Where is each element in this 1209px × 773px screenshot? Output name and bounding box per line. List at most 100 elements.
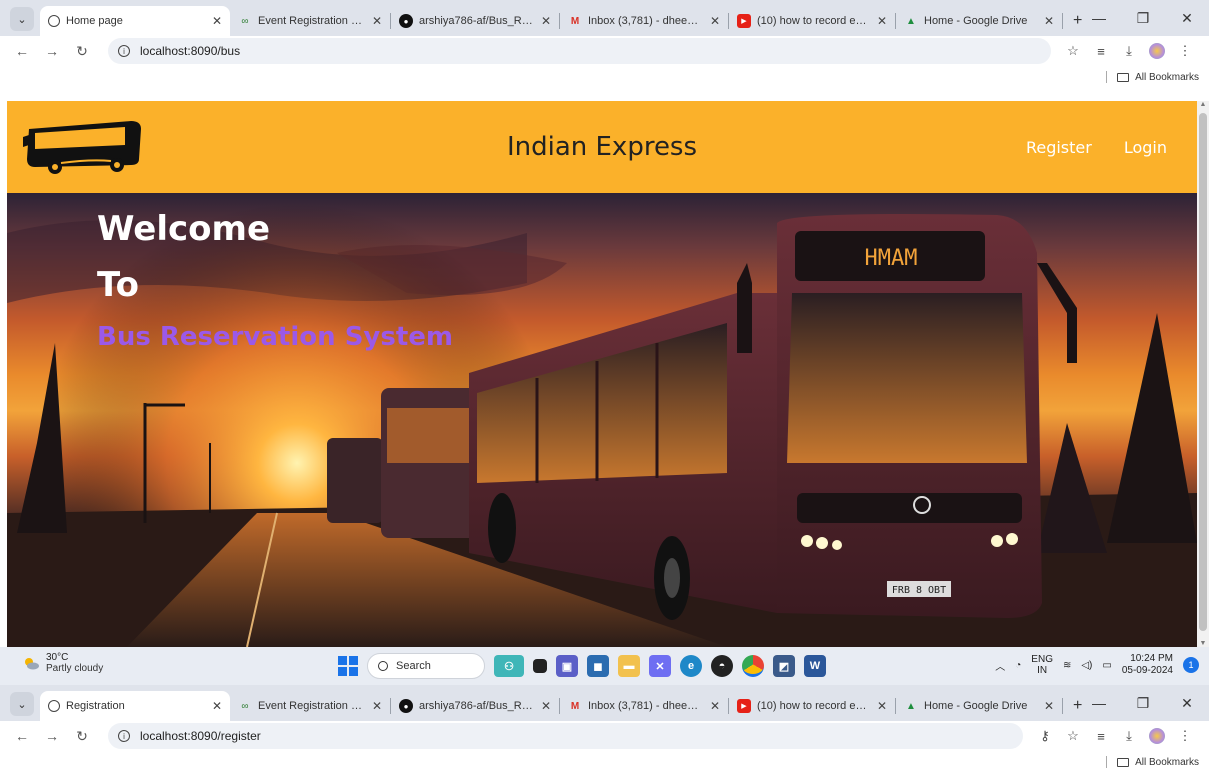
tab-strip: ⌄ Registration ✕ ∞ Event Registration Sy… bbox=[0, 685, 1209, 721]
chevron-up-icon[interactable]: ︿ bbox=[995, 658, 1005, 673]
download-icon[interactable]: ⤓ bbox=[1115, 728, 1143, 744]
code-editor-icon[interactable]: ◩ bbox=[773, 655, 795, 677]
minimize-icon[interactable]: — bbox=[1077, 695, 1121, 711]
close-icon[interactable]: ✕ bbox=[871, 699, 887, 713]
tab-registration[interactable]: Registration ✕ bbox=[40, 691, 230, 721]
tray-app-icon[interactable]: ◔ bbox=[1015, 660, 1021, 671]
tab-youtube[interactable]: ▶ (10) how to record entire s ✕ bbox=[729, 6, 895, 36]
notification-badge[interactable]: 1 bbox=[1183, 657, 1199, 673]
tab-google-drive[interactable]: ▲ Home - Google Drive ✕ bbox=[896, 691, 1062, 721]
minimize-icon[interactable]: — bbox=[1077, 10, 1121, 26]
chrome-icon[interactable] bbox=[742, 655, 764, 677]
weather-widget[interactable]: 30°C Partly cloudy bbox=[22, 652, 103, 674]
url-input[interactable]: i localhost:8090/register bbox=[108, 723, 1023, 749]
tab-google-drive[interactable]: ▲ Home - Google Drive ✕ bbox=[896, 6, 1062, 36]
forward-icon[interactable]: → bbox=[40, 43, 64, 59]
star-icon[interactable]: ☆ bbox=[1059, 728, 1087, 744]
page-scrollbar[interactable]: ▲ ▼ bbox=[1197, 101, 1209, 647]
login-link[interactable]: Login bbox=[1124, 138, 1167, 157]
globe-icon bbox=[48, 700, 60, 712]
meet-icon[interactable]: ▣ bbox=[556, 655, 578, 677]
restore-icon[interactable]: ❐ bbox=[1121, 10, 1165, 27]
tab-event-registration[interactable]: ∞ Event Registration System ✕ bbox=[230, 691, 390, 721]
partly-cloudy-icon bbox=[25, 658, 39, 670]
start-icon[interactable] bbox=[338, 656, 358, 676]
back-icon[interactable]: ← bbox=[10, 43, 34, 59]
battery-icon[interactable]: ▭ bbox=[1102, 660, 1111, 671]
close-icon[interactable]: ✕ bbox=[535, 699, 551, 713]
store-icon[interactable]: ◼ bbox=[587, 655, 609, 677]
edge-icon[interactable]: e bbox=[680, 655, 702, 677]
url-input[interactable]: i localhost:8090/bus bbox=[108, 38, 1051, 64]
tab-title: Home - Google Drive bbox=[924, 15, 1028, 27]
close-icon[interactable]: ✕ bbox=[1038, 699, 1054, 713]
wifi-icon[interactable]: ≋ bbox=[1063, 660, 1071, 671]
all-bookmarks-link[interactable]: All Bookmarks bbox=[1135, 72, 1199, 83]
language-indicator[interactable]: ENG IN bbox=[1031, 654, 1053, 676]
volume-icon[interactable]: ◁) bbox=[1081, 660, 1092, 671]
tab-home-page[interactable]: Home page ✕ bbox=[40, 6, 230, 36]
url-text: localhost:8090/register bbox=[140, 729, 261, 743]
close-icon[interactable]: ✕ bbox=[535, 14, 551, 28]
profile-avatar-icon[interactable] bbox=[1149, 728, 1165, 744]
reading-list-icon[interactable]: ≡ bbox=[1087, 44, 1115, 59]
close-icon[interactable]: ✕ bbox=[704, 14, 720, 28]
close-window-icon[interactable]: ✕ bbox=[1165, 10, 1209, 27]
register-link[interactable]: Register bbox=[1026, 138, 1092, 157]
scroll-down-icon[interactable]: ▼ bbox=[1197, 640, 1209, 647]
tab-title: Event Registration System bbox=[258, 700, 366, 712]
tab-search-icon[interactable]: ⌄ bbox=[10, 692, 34, 716]
tab-event-registration[interactable]: ∞ Event Registration System ✕ bbox=[230, 6, 390, 36]
star-icon[interactable]: ☆ bbox=[1059, 43, 1087, 59]
close-window-icon[interactable]: ✕ bbox=[1165, 695, 1209, 712]
folder-icon bbox=[1117, 72, 1130, 82]
tool-icon[interactable]: ✕ bbox=[649, 655, 671, 677]
reload-icon[interactable]: ↻ bbox=[70, 728, 94, 745]
taskbar-search[interactable]: Search bbox=[367, 653, 485, 679]
menu-icon[interactable]: ⋮ bbox=[1171, 43, 1199, 59]
reading-list-icon[interactable]: ≡ bbox=[1087, 729, 1115, 744]
tab-title: Registration bbox=[66, 700, 125, 712]
close-icon[interactable]: ✕ bbox=[206, 699, 222, 713]
widgets-icon[interactable]: ⚇ bbox=[494, 655, 524, 677]
scrollbar-thumb[interactable] bbox=[1199, 113, 1207, 631]
back-icon[interactable]: ← bbox=[10, 728, 34, 744]
gmail-icon: M bbox=[570, 15, 580, 27]
key-icon[interactable]: ⚷ bbox=[1031, 728, 1059, 744]
word-icon[interactable]: W bbox=[804, 655, 826, 677]
forward-icon[interactable]: → bbox=[40, 728, 64, 744]
close-icon[interactable]: ✕ bbox=[704, 699, 720, 713]
hero-to: To bbox=[97, 265, 140, 305]
tab-search-icon[interactable]: ⌄ bbox=[10, 7, 34, 31]
all-bookmarks-link[interactable]: All Bookmarks bbox=[1135, 757, 1199, 768]
tab-youtube[interactable]: ▶ (10) how to record entire s ✕ bbox=[729, 691, 895, 721]
task-view-icon[interactable] bbox=[533, 659, 547, 673]
file-explorer-icon[interactable]: ▬ bbox=[618, 655, 640, 677]
download-icon[interactable]: ⤓ bbox=[1115, 43, 1143, 59]
close-icon[interactable]: ✕ bbox=[366, 699, 382, 713]
github-icon: ● bbox=[399, 14, 413, 28]
clock[interactable]: 10:24 PM 05-09-2024 bbox=[1122, 653, 1173, 677]
gmail-icon: M bbox=[570, 700, 580, 712]
browser-window-2: ⌄ Registration ✕ ∞ Event Registration Sy… bbox=[0, 685, 1209, 772]
info-icon[interactable]: i bbox=[118, 45, 130, 57]
scroll-up-icon[interactable]: ▲ bbox=[1197, 101, 1209, 108]
profile-avatar-icon[interactable] bbox=[1149, 43, 1165, 59]
info-icon[interactable]: i bbox=[118, 730, 130, 742]
tab-gmail[interactable]: M Inbox (3,781) - dheebigara ✕ bbox=[560, 691, 728, 721]
close-icon[interactable]: ✕ bbox=[366, 14, 382, 28]
tab-github[interactable]: ● arshiya786-af/Bus_Reserva ✕ bbox=[391, 691, 559, 721]
close-icon[interactable]: ✕ bbox=[1038, 14, 1054, 28]
reload-icon[interactable]: ↻ bbox=[70, 43, 94, 60]
app-icon[interactable]: ◓ bbox=[711, 655, 733, 677]
close-icon[interactable]: ✕ bbox=[206, 14, 222, 28]
menu-icon[interactable]: ⋮ bbox=[1171, 728, 1199, 744]
tab-github[interactable]: ● arshiya786-af/Bus_Reserva ✕ bbox=[391, 6, 559, 36]
clock-time: 10:24 PM bbox=[1130, 653, 1173, 664]
lang-top: ENG bbox=[1031, 654, 1053, 665]
tab-gmail[interactable]: M Inbox (3,781) - dheebigara ✕ bbox=[560, 6, 728, 36]
close-icon[interactable]: ✕ bbox=[871, 14, 887, 28]
restore-icon[interactable]: ❐ bbox=[1121, 695, 1165, 712]
browser-window-1: ⌄ Home page ✕ ∞ Event Registration Syste… bbox=[0, 0, 1209, 88]
weather-desc: Partly cloudy bbox=[46, 663, 104, 674]
